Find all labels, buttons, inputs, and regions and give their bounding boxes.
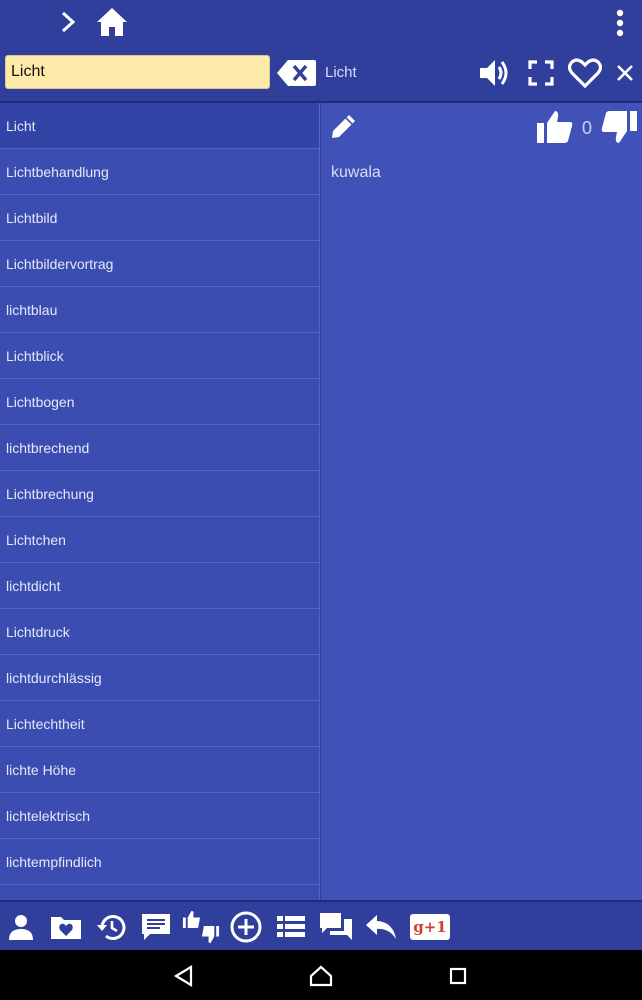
person-icon[interactable]: [2, 908, 40, 946]
top-bar: [0, 0, 642, 46]
list-item[interactable]: Lichtchen: [0, 517, 319, 563]
thumb-up-icon[interactable]: [535, 107, 575, 147]
thumb-down-icon[interactable]: [599, 107, 639, 147]
vote-count: 0: [582, 118, 593, 138]
bottom-toolbar: g+1: [0, 900, 642, 950]
search-row: Licht: [0, 46, 642, 101]
list-item[interactable]: lichtdurchlässig: [0, 655, 319, 701]
speaker-icon[interactable]: [478, 56, 512, 90]
list-item[interactable]: lichtempfindlich: [0, 839, 319, 885]
search-input[interactable]: [5, 55, 270, 89]
list-item[interactable]: lichtbrechend: [0, 425, 319, 471]
heart-icon[interactable]: [566, 55, 604, 91]
reply-icon[interactable]: [362, 908, 400, 946]
forum-icon[interactable]: [317, 908, 355, 946]
current-word-label: Licht: [325, 64, 357, 81]
back-icon[interactable]: [170, 962, 198, 990]
pencil-icon[interactable]: [327, 109, 361, 143]
list-item[interactable]: lichte Höhe: [0, 747, 319, 793]
recents-icon[interactable]: [444, 962, 472, 990]
list-item[interactable]: lichtblau: [0, 287, 319, 333]
list-item[interactable]: Lichtbehandlung: [0, 149, 319, 195]
list-item[interactable]: Licht: [0, 103, 319, 149]
home-nav-icon[interactable]: [307, 962, 335, 990]
translation-text: kuwala: [331, 164, 381, 181]
app-root: Licht Licht Lichtbehandlung Lichtbild Li…: [0, 0, 642, 1000]
list-item[interactable]: lichtdicht: [0, 563, 319, 609]
add-circle-icon[interactable]: [227, 908, 265, 946]
google-plus-icon[interactable]: g+1: [408, 908, 452, 946]
backspace-clear-icon[interactable]: [276, 58, 316, 88]
home-icon[interactable]: [94, 5, 130, 39]
favorite-folder-icon[interactable]: [47, 908, 85, 946]
list-item[interactable]: lichtelektrisch: [0, 793, 319, 839]
list-item[interactable]: Lichtbildervortrag: [0, 241, 319, 287]
list-item[interactable]: Lichtdruck: [0, 609, 319, 655]
google-plus-label: g+1: [410, 914, 450, 940]
translation-pane: 0 kuwala: [321, 103, 642, 900]
list-item[interactable]: Lichtechtheit: [0, 701, 319, 747]
close-icon[interactable]: [612, 60, 638, 86]
comment-icon[interactable]: [137, 908, 175, 946]
history-icon[interactable]: [92, 908, 130, 946]
fullscreen-icon[interactable]: [526, 58, 556, 88]
chevron-right-icon[interactable]: [56, 10, 80, 34]
list-item[interactable]: Lichtbrechung: [0, 471, 319, 517]
thumbs-icon[interactable]: [182, 908, 220, 946]
list-item[interactable]: Lichtbild: [0, 195, 319, 241]
more-vert-icon[interactable]: [606, 8, 634, 38]
list-item[interactable]: Lichtbogen: [0, 379, 319, 425]
word-list[interactable]: Licht Lichtbehandlung Lichtbild Lichtbil…: [0, 103, 320, 900]
system-nav-bar: [0, 950, 642, 1000]
list-item[interactable]: Lichtblick: [0, 333, 319, 379]
list-icon[interactable]: [272, 908, 310, 946]
